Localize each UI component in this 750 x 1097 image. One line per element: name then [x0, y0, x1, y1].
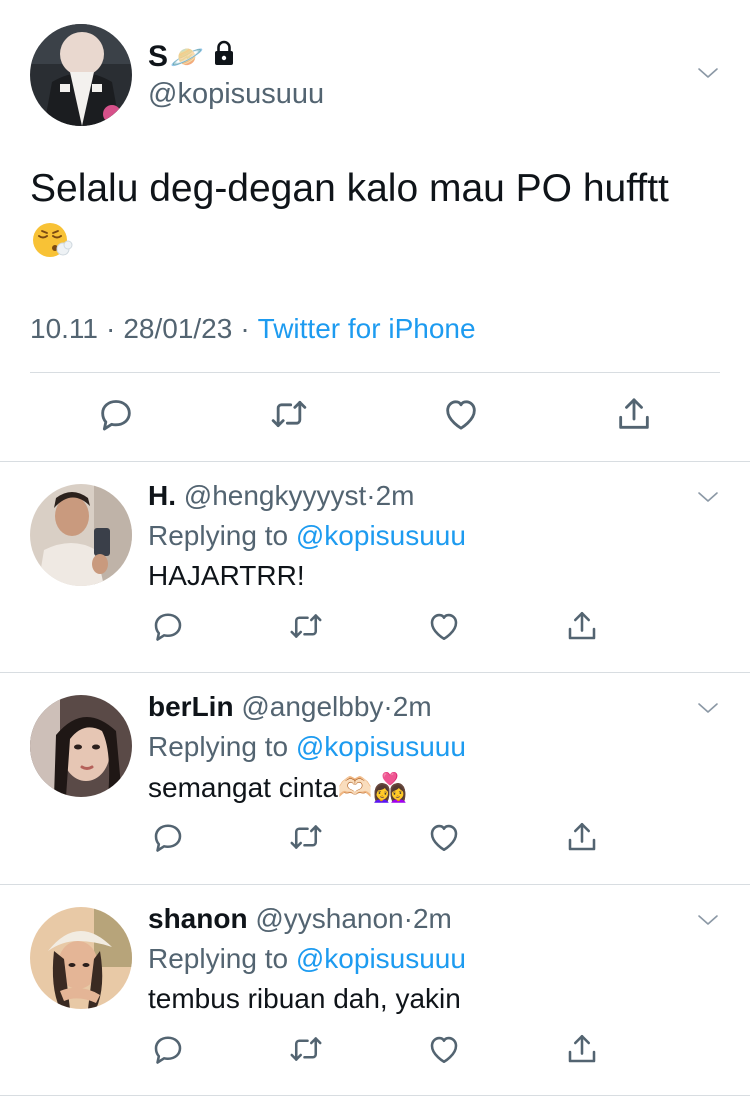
- avatar-photo: [30, 24, 132, 126]
- chevron-down-icon[interactable]: [694, 486, 722, 510]
- avatar-photo: [30, 907, 132, 1009]
- reply-time: 2m: [412, 903, 452, 934]
- heart-icon[interactable]: [426, 1031, 462, 1067]
- reply-author-name[interactable]: H.: [148, 480, 176, 511]
- avatar-photo: [30, 695, 132, 797]
- share-icon[interactable]: [564, 1031, 600, 1067]
- retweet-icon[interactable]: [269, 394, 309, 434]
- reply-author-name[interactable]: berLin: [148, 691, 234, 722]
- reply-time: 2m: [375, 480, 415, 511]
- reply-author-name[interactable]: shanon: [148, 903, 248, 934]
- tweet-body: Selalu deg-degan kalo mau PO hufftt: [30, 167, 669, 210]
- share-icon[interactable]: [614, 394, 654, 434]
- divider: [30, 372, 720, 373]
- reply-header: H. @hengkyyyyst·2m: [148, 480, 415, 511]
- heart-icon[interactable]: [441, 394, 481, 434]
- tweet-date: 28/01/23: [123, 313, 233, 344]
- retweet-icon[interactable]: [288, 608, 324, 644]
- reply-icon[interactable]: [150, 819, 186, 855]
- avatar[interactable]: [30, 484, 132, 586]
- planet-glyph: 🪐: [170, 42, 205, 72]
- retweet-icon[interactable]: [288, 1031, 324, 1067]
- chevron-down-icon[interactable]: [694, 909, 722, 933]
- replying-to-line: Replying to @kopisusuuu: [148, 731, 466, 762]
- reply-icon[interactable]: [150, 608, 186, 644]
- reply-text: HAJARTRR!: [148, 560, 305, 591]
- reply-action-bar: [0, 608, 750, 648]
- reply-time: 2m: [392, 691, 432, 722]
- tweet-source[interactable]: Twitter for iPhone: [258, 313, 476, 344]
- chevron-down-icon[interactable]: [694, 697, 722, 721]
- reply-text: semangat cinta🫶🏻👩‍❤️‍👩: [148, 772, 408, 803]
- author-name-row[interactable]: S 🪐: [148, 40, 236, 74]
- reply-tweet[interactable]: berLin @angelbby·2m Replying to @kopisus…: [0, 673, 750, 885]
- reply-action-bar: [0, 819, 750, 859]
- reply-tweet[interactable]: H. @hengkyyyyst·2m Replying to @kopisusu…: [0, 462, 750, 674]
- reply-header: shanon @yyshanon·2m: [148, 903, 452, 934]
- avatar[interactable]: [30, 907, 132, 1009]
- reply-tweet[interactable]: shanon @yyshanon·2m Replying to @kopisus…: [0, 885, 750, 1097]
- replying-to-handle[interactable]: @kopisusuuu: [296, 520, 466, 551]
- reply-header: berLin @angelbby·2m: [148, 691, 432, 722]
- share-icon[interactable]: [564, 819, 600, 855]
- reply-author-handle[interactable]: @yyshanon: [255, 903, 403, 934]
- face-exhaling-emoji: [30, 218, 74, 279]
- divider: [0, 1095, 750, 1096]
- reply-text: tembus ribuan dah, yakin: [148, 983, 461, 1014]
- tweet-text: Selalu deg-degan kalo mau PO hufftt: [30, 160, 720, 279]
- replying-to-handle[interactable]: @kopisusuuu: [296, 943, 466, 974]
- replying-to-line: Replying to @kopisusuuu: [148, 943, 466, 974]
- lock-icon: [212, 40, 236, 74]
- reply-icon[interactable]: [96, 394, 136, 434]
- avatar[interactable]: [30, 24, 132, 126]
- avatar[interactable]: [30, 695, 132, 797]
- tweet-meta: 10.11 · 28/01/23 · Twitter for iPhone: [30, 313, 476, 344]
- main-tweet: S 🪐 @kopisusuuu Selalu deg-degan kalo ma…: [0, 0, 750, 462]
- replying-to-line: Replying to @kopisusuuu: [148, 520, 466, 551]
- reply-author-handle[interactable]: @hengkyyyyst: [184, 480, 367, 511]
- replying-to-handle[interactable]: @kopisusuuu: [296, 731, 466, 762]
- chevron-down-icon[interactable]: [694, 62, 722, 86]
- heart-icon[interactable]: [426, 608, 462, 644]
- heart-icon[interactable]: [426, 819, 462, 855]
- avatar-photo: [30, 484, 132, 586]
- reply-action-bar: [0, 1031, 750, 1071]
- tweet-time: 10.11: [30, 313, 98, 344]
- main-action-bar: [0, 394, 750, 438]
- reply-icon[interactable]: [150, 1031, 186, 1067]
- retweet-icon[interactable]: [288, 819, 324, 855]
- author-name: S: [148, 40, 169, 73]
- author-handle[interactable]: @kopisusuuu: [148, 78, 324, 111]
- share-icon[interactable]: [564, 608, 600, 644]
- reply-author-handle[interactable]: @angelbby: [241, 691, 383, 722]
